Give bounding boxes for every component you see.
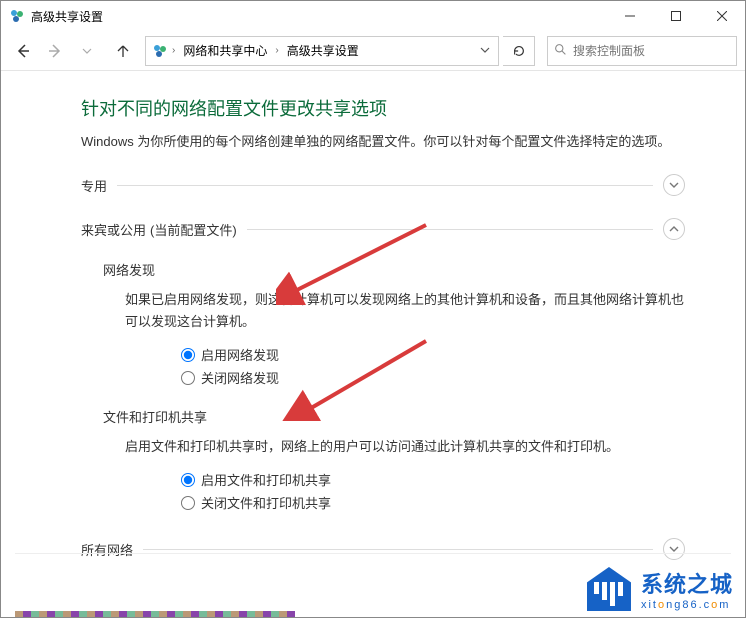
section-guest-body: 网络发现 如果已启用网络发现，则这台计算机可以发现网络上的其他计算机和设备，而且… (81, 246, 685, 522)
section-private: 专用 (81, 168, 685, 202)
expand-icon[interactable] (663, 174, 685, 196)
watermark-title: 系统之城 (641, 567, 733, 599)
navbar: › 网络和共享中心 › 高级共享设置 (1, 31, 745, 71)
network-center-icon (152, 43, 168, 59)
radio-input[interactable] (181, 473, 195, 487)
section-guest-public: 来宾或公用 (当前配置文件) 网络发现 如果已启用网络发现，则这台计算机可以发现… (81, 212, 685, 522)
window-title: 高级共享设置 (31, 8, 607, 25)
section-guest-title: 来宾或公用 (81, 220, 146, 239)
app-icon (9, 8, 25, 24)
radio-label: 关闭文件和打印机共享 (201, 493, 331, 512)
section-guest-header[interactable]: 来宾或公用 (当前配置文件) (81, 212, 685, 246)
recent-dropdown[interactable] (73, 37, 101, 65)
radio-label: 启用文件和打印机共享 (201, 470, 331, 489)
divider (117, 185, 653, 186)
radio-label: 关闭网络发现 (201, 368, 279, 387)
current-profile-label: (当前配置文件) (150, 220, 237, 239)
radio-label: 启用网络发现 (201, 345, 279, 364)
divider (143, 549, 653, 550)
page-title: 针对不同的网络配置文件更改共享选项 (81, 95, 685, 121)
titlebar: 高级共享设置 (1, 1, 745, 31)
radio-input[interactable] (181, 496, 195, 510)
back-button[interactable] (9, 37, 37, 65)
content-area: 针对不同的网络配置文件更改共享选项 Windows 为你所使用的每个网络创建单独… (1, 71, 745, 586)
search-icon (554, 43, 567, 59)
collapse-icon[interactable] (663, 218, 685, 240)
section-private-header[interactable]: 专用 (81, 168, 685, 202)
watermark-logo-icon (587, 567, 631, 611)
file-printer-radio-group: 启用文件和打印机共享 关闭文件和打印机共享 (181, 470, 685, 512)
maximize-button[interactable] (653, 1, 699, 31)
breadcrumb-advanced-sharing[interactable]: 高级共享设置 (283, 42, 363, 59)
radio-disable-file-printer-sharing[interactable]: 关闭文件和打印机共享 (181, 493, 685, 512)
file-printer-desc: 启用文件和打印机共享时，网络上的用户可以访问通过此计算机共享的文件和打印机。 (125, 436, 685, 458)
up-button[interactable] (109, 37, 137, 65)
page-description: Windows 为你所使用的每个网络创建单独的网络配置文件。你可以针对每个配置文… (81, 131, 685, 150)
breadcrumb-network-center[interactable]: 网络和共享中心 (179, 42, 271, 59)
breadcrumb-chevron-icon[interactable]: › (275, 45, 278, 56)
search-input[interactable] (573, 44, 730, 58)
file-printer-title: 文件和打印机共享 (103, 407, 685, 426)
section-private-title: 专用 (81, 176, 107, 195)
minimize-button[interactable] (607, 1, 653, 31)
close-button[interactable] (699, 1, 745, 31)
divider (247, 229, 653, 230)
forward-button[interactable] (41, 37, 69, 65)
network-discovery-radio-group: 启用网络发现 关闭网络发现 (181, 345, 685, 387)
breadcrumb[interactable]: › 网络和共享中心 › 高级共享设置 (145, 36, 499, 66)
search-box[interactable] (547, 36, 737, 66)
watermark-url: xitong86.com (641, 599, 733, 611)
breadcrumb-dropdown-icon[interactable] (474, 43, 496, 58)
refresh-button[interactable] (503, 36, 535, 66)
decorative-strip (15, 611, 295, 617)
radio-enable-file-printer-sharing[interactable]: 启用文件和打印机共享 (181, 470, 685, 489)
radio-disable-network-discovery[interactable]: 关闭网络发现 (181, 368, 685, 387)
network-discovery-desc: 如果已启用网络发现，则这台计算机可以发现网络上的其他计算机和设备，而且其他网络计… (125, 289, 685, 333)
radio-enable-network-discovery[interactable]: 启用网络发现 (181, 345, 685, 364)
window-controls (607, 1, 745, 31)
radio-input[interactable] (181, 348, 195, 362)
watermark: 系统之城 xitong86.com (587, 567, 733, 611)
radio-input[interactable] (181, 371, 195, 385)
breadcrumb-chevron-icon[interactable]: › (172, 45, 175, 56)
network-discovery-title: 网络发现 (103, 260, 685, 279)
watermark-text: 系统之城 xitong86.com (641, 567, 733, 611)
